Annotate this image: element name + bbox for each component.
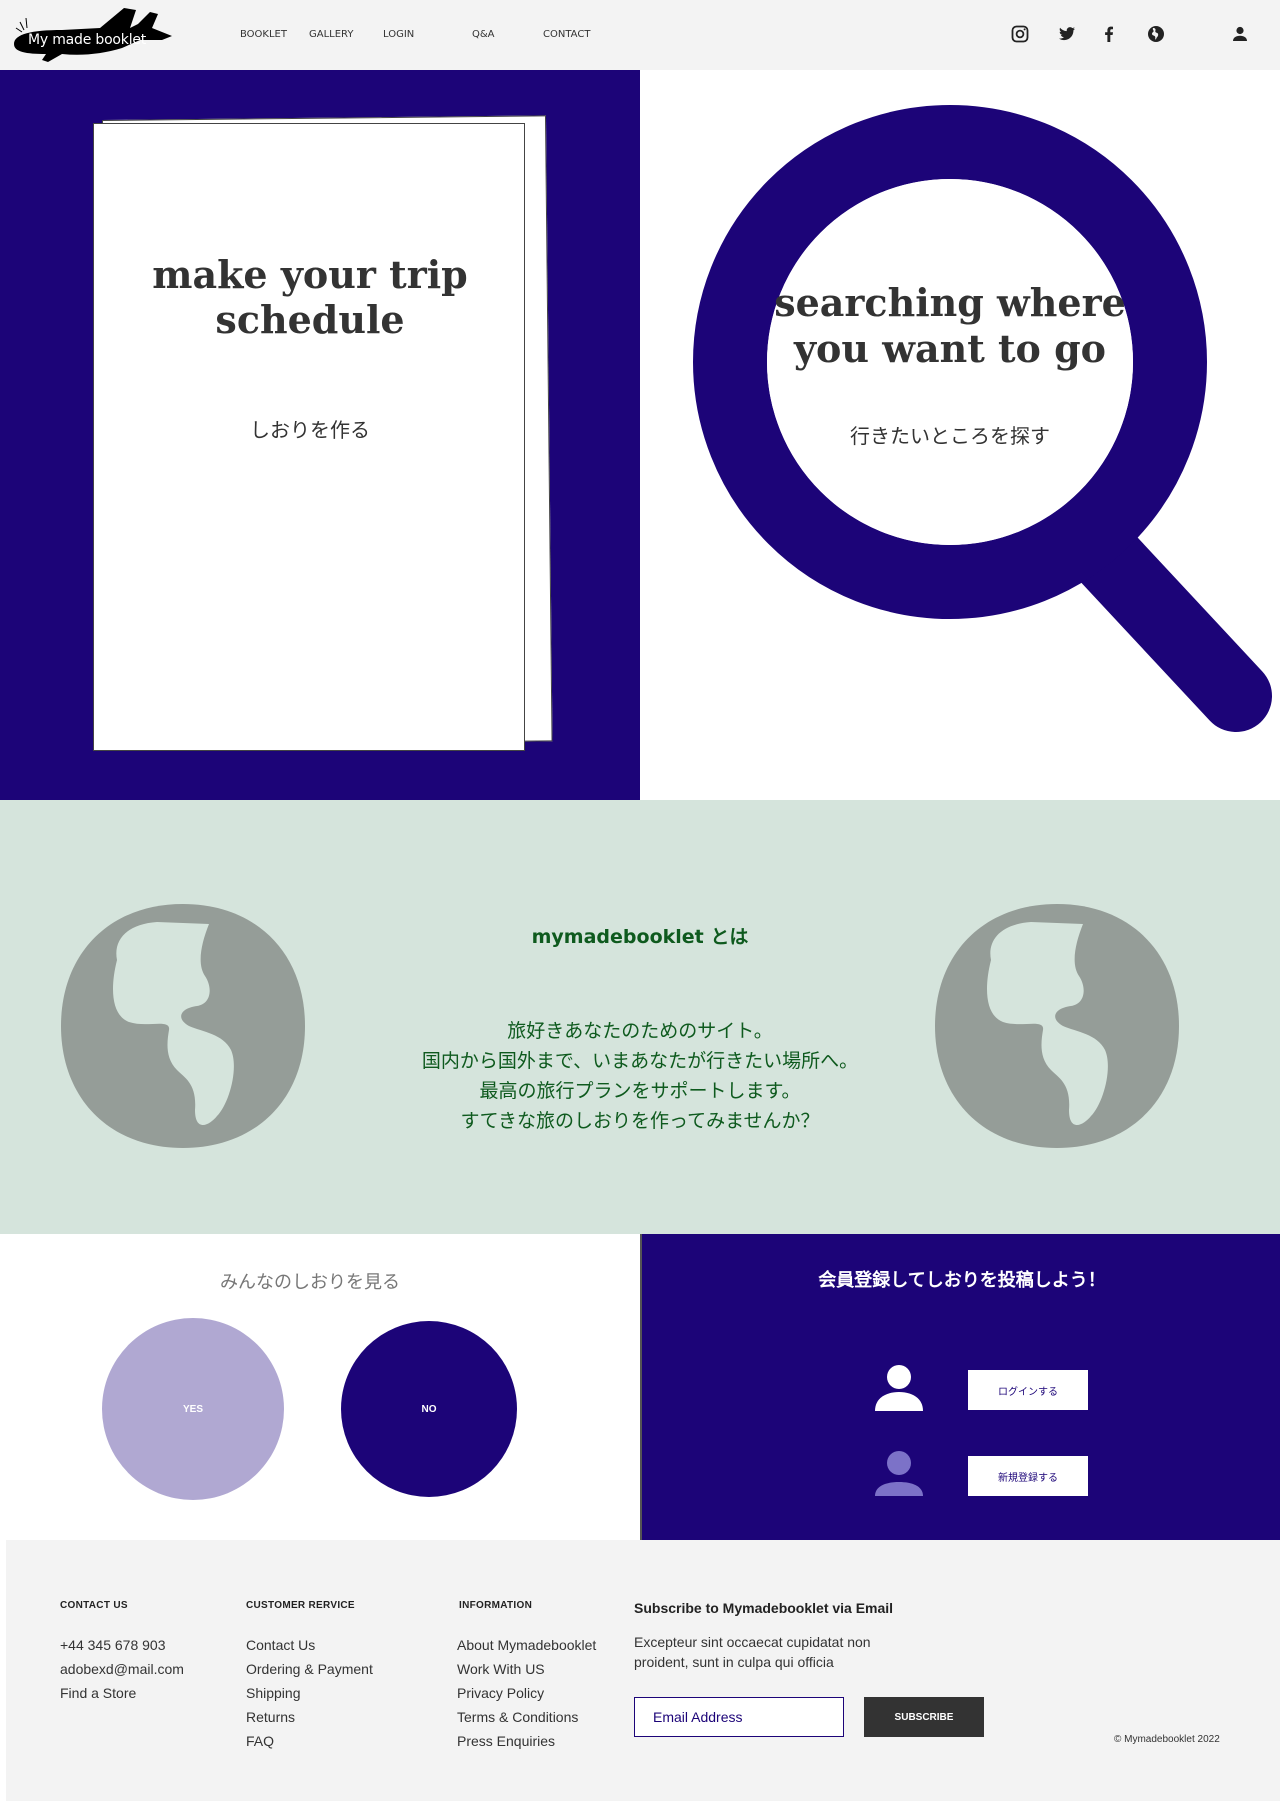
- make-schedule-panel[interactable]: make your trip schedule しおりを作る: [0, 70, 640, 800]
- booklet-title: make your trip schedule: [94, 252, 526, 342]
- login-button[interactable]: ログインする: [968, 1370, 1088, 1410]
- booklet-title-line1: make your trip: [152, 252, 468, 297]
- search-title: searching where you want to go: [640, 280, 1270, 372]
- nav-booklet[interactable]: BOOKLET: [240, 29, 287, 40]
- footer-email[interactable]: adobexd@mail.com: [60, 1661, 184, 1677]
- yes-button[interactable]: YES: [102, 1318, 284, 1500]
- nav-qa[interactable]: Q&A: [472, 29, 495, 40]
- user-icon[interactable]: [1230, 24, 1250, 44]
- facebook-icon[interactable]: [1099, 24, 1119, 44]
- footer-terms[interactable]: Terms & Conditions: [457, 1709, 578, 1725]
- footer-shipping[interactable]: Shipping: [246, 1685, 301, 1701]
- browse-booklets-section: みんなのしおりを見る YES NO: [0, 1234, 640, 1540]
- booklet-subtitle: しおりを作る: [250, 418, 370, 442]
- footer-press[interactable]: Press Enquiries: [457, 1733, 555, 1749]
- user-icon: [875, 1365, 923, 1411]
- subscribe-description: Excepteur sint occaecat cupidatat non pr…: [634, 1634, 871, 1670]
- search-title-line1: searching where: [774, 280, 1126, 325]
- about-line-2: 国内から国外まで、いまあなたが行きたい場所へ。: [421, 1050, 859, 1072]
- search-title-line2: you want to go: [793, 326, 1107, 371]
- register-title: 会員登録してしおりを投稿しよう！: [818, 1270, 1106, 1291]
- register-section: 会員登録してしおりを投稿しよう！ ログインする 新規登録する: [640, 1234, 1280, 1540]
- signup-button[interactable]: 新規登録する: [968, 1456, 1088, 1496]
- site-footer: CONTACT US +44 345 678 903 adobexd@mail.…: [6, 1540, 1280, 1801]
- footer-phone[interactable]: +44 345 678 903: [60, 1637, 166, 1653]
- twitter-icon[interactable]: [1057, 24, 1077, 44]
- search-text: searching where you want to go 行きたいところを探…: [640, 70, 1280, 800]
- globe-icon[interactable]: [1146, 24, 1166, 44]
- about-title: mymadebooklet とは: [531, 926, 749, 948]
- nav-contact[interactable]: CONTACT: [543, 29, 590, 40]
- subscribe-button[interactable]: SUBSCRIBE: [864, 1697, 984, 1737]
- new-user-icon: [875, 1451, 923, 1496]
- footer-about[interactable]: About Mymadebooklet: [457, 1637, 596, 1653]
- copyright: © Mymadebooklet 2022: [1114, 1734, 1220, 1745]
- email-input[interactable]: [634, 1697, 844, 1737]
- footer-information-heading: INFORMATION: [459, 1600, 533, 1611]
- footer-contact-heading: CONTACT US: [60, 1600, 128, 1611]
- nav-login[interactable]: LOGIN: [383, 29, 414, 40]
- site-logo[interactable]: My made booklet: [12, 6, 174, 64]
- footer-find-store[interactable]: Find a Store: [60, 1685, 136, 1701]
- footer-work-with-us[interactable]: Work With US: [457, 1661, 545, 1677]
- about-line-1: 旅好きあなたのためのサイト。: [507, 1020, 773, 1042]
- nav-gallery[interactable]: GALLERY: [309, 29, 353, 40]
- footer-faq[interactable]: FAQ: [246, 1733, 274, 1749]
- globe-icon: [61, 904, 305, 1148]
- globe-icon: [935, 904, 1179, 1148]
- about-line-4: すてきな旅のしおりを作ってみませんか？: [460, 1110, 820, 1132]
- footer-ordering-payment[interactable]: Ordering & Payment: [246, 1661, 373, 1677]
- about-line-3: 最高の旅行プランをサポートします。: [479, 1080, 801, 1102]
- instagram-icon[interactable]: [1010, 24, 1030, 44]
- footer-returns[interactable]: Returns: [246, 1709, 295, 1725]
- footer-privacy-policy[interactable]: Privacy Policy: [457, 1685, 544, 1701]
- logo-text: My made booklet: [28, 32, 147, 48]
- subscribe-heading: Subscribe to Mymadebooklet via Email: [634, 1600, 894, 1616]
- no-button[interactable]: NO: [341, 1321, 517, 1497]
- booklet-title-line2: schedule: [215, 297, 405, 342]
- footer-customer-heading: CUSTOMER RERVICE: [246, 1600, 355, 1611]
- site-header: My made booklet BOOKLET GALLERY LOGIN Q&…: [0, 0, 1280, 70]
- search-subtitle: 行きたいところを探す: [850, 424, 1050, 448]
- footer-contact-us[interactable]: Contact Us: [246, 1637, 315, 1653]
- browse-title: みんなのしおりを見る: [220, 1272, 400, 1293]
- search-panel[interactable]: searching where you want to go 行きたいところを探…: [640, 70, 1280, 800]
- booklet-front-page: make your trip schedule しおりを作る: [93, 123, 525, 751]
- about-section: mymadebooklet とは 旅好きあなたのためのサイト。 国内から国外まで…: [0, 800, 1280, 1234]
